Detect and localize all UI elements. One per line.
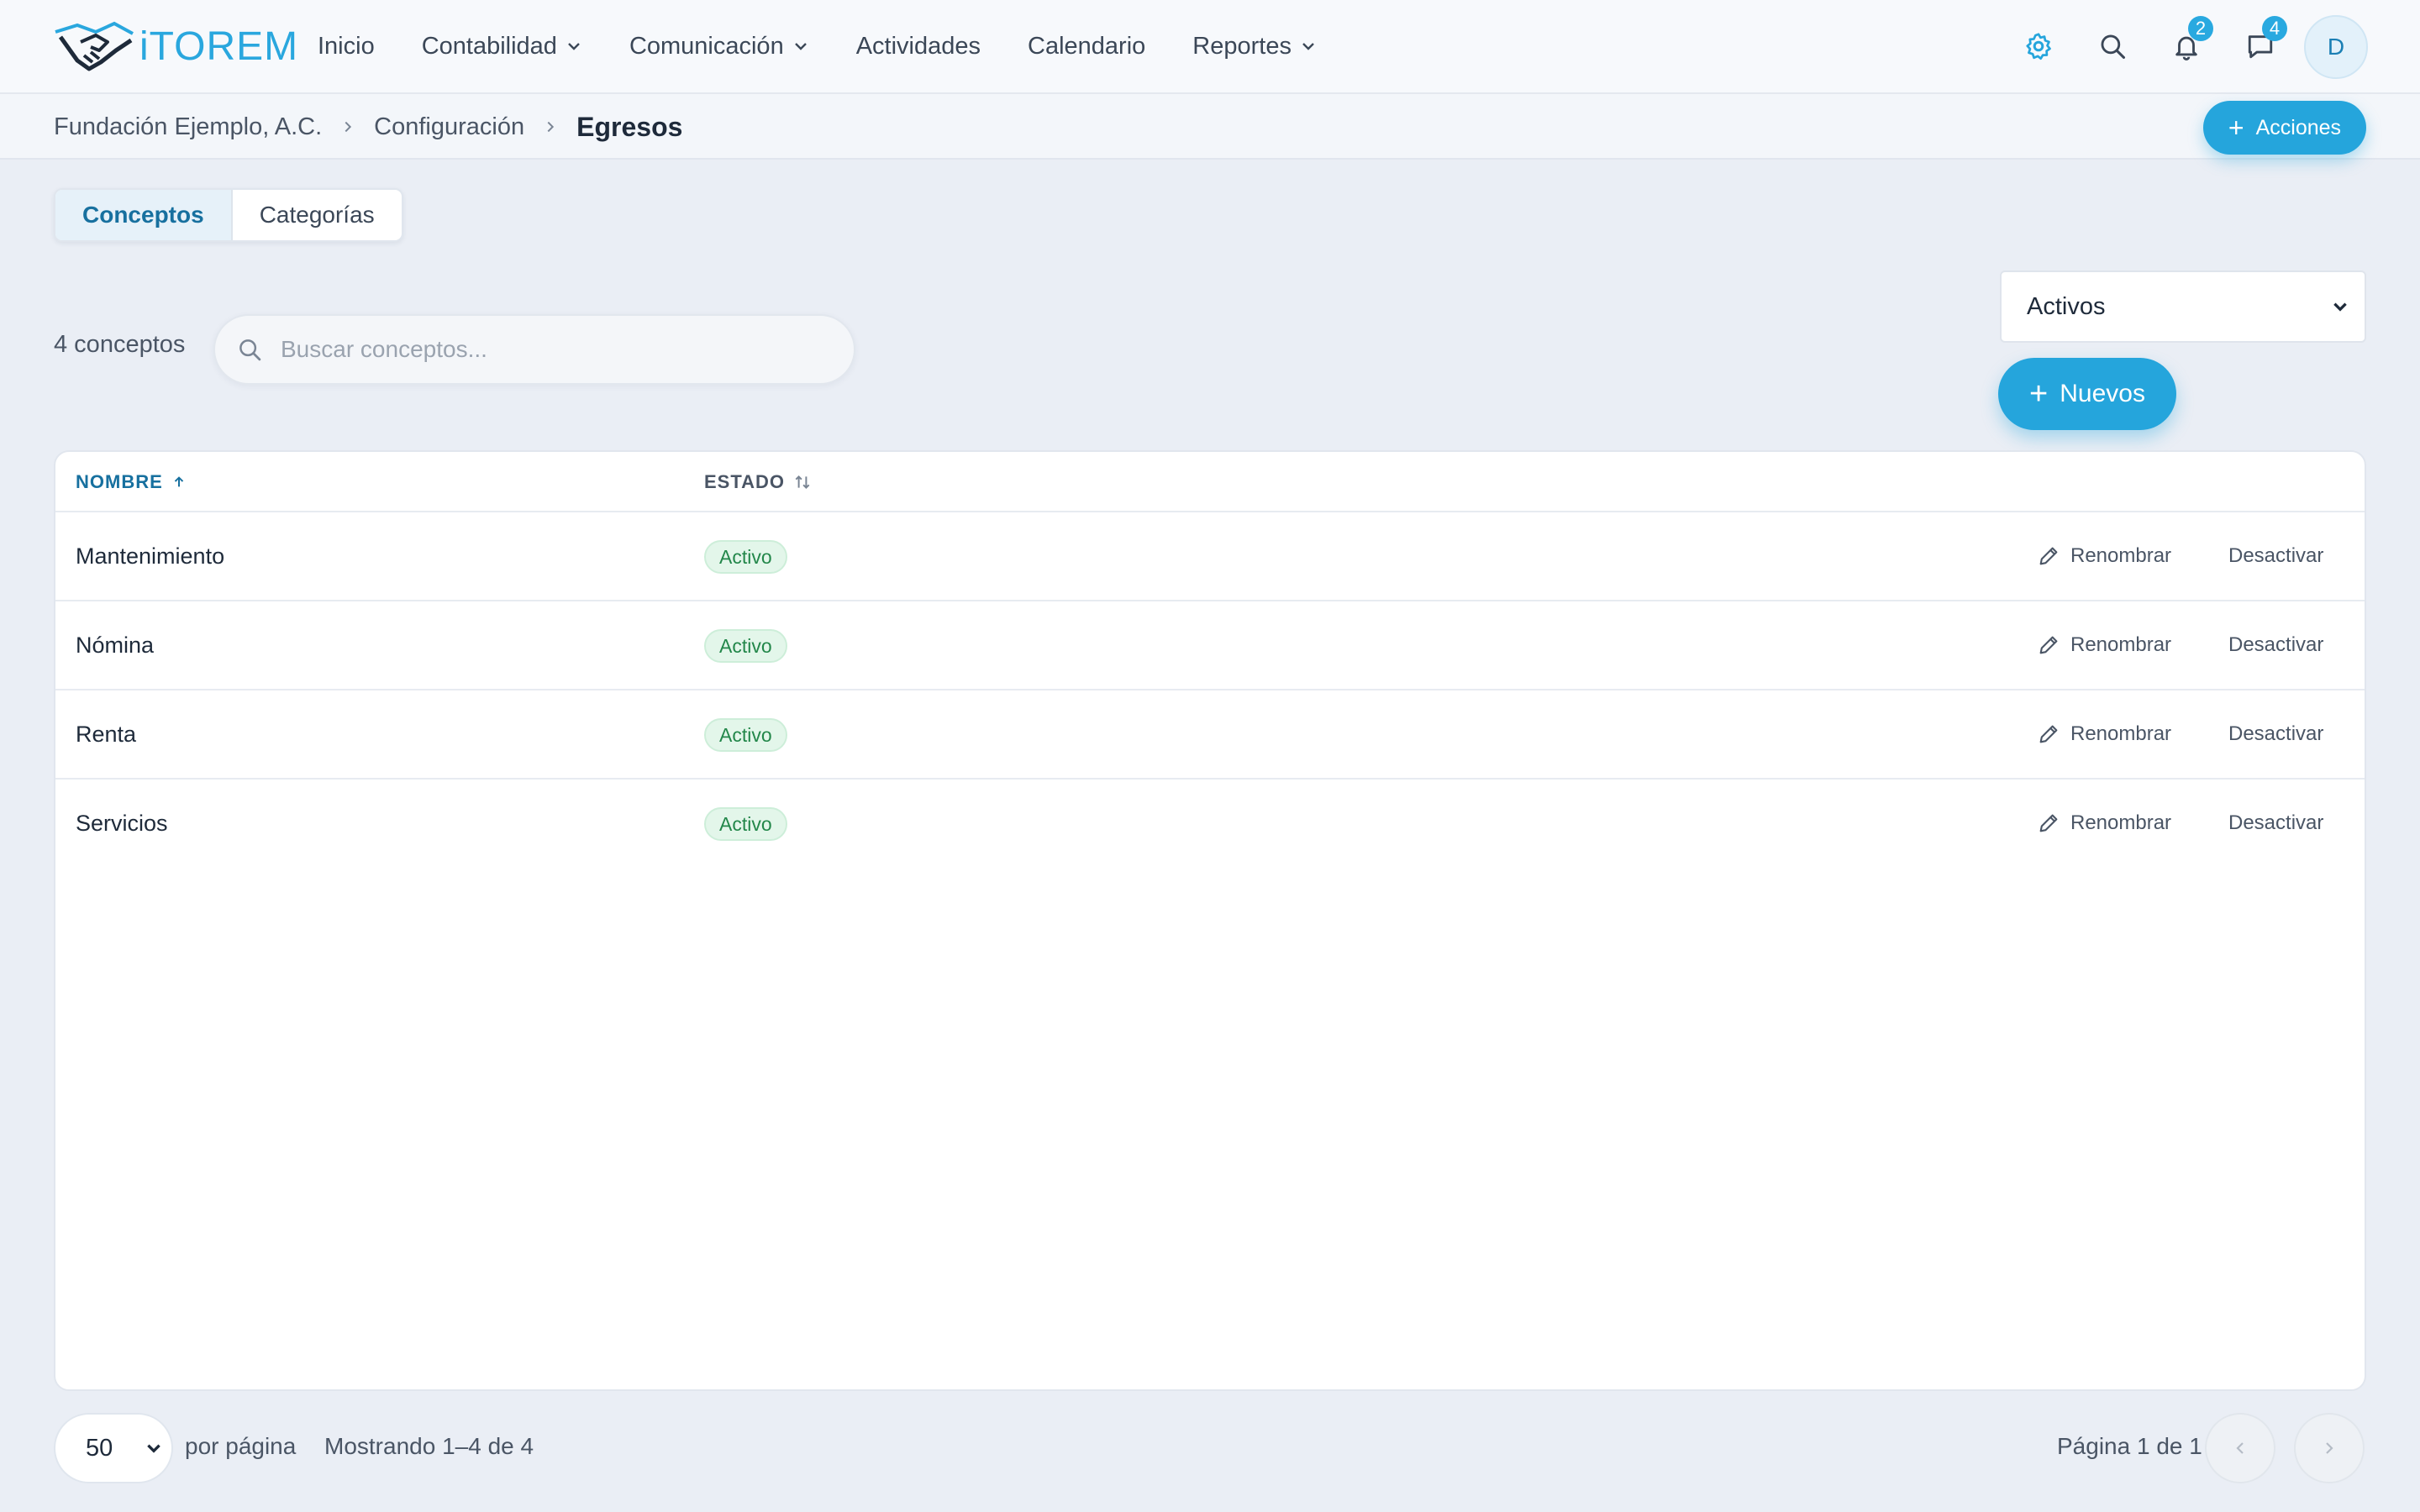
app-logo-text: iTOREM	[139, 24, 299, 69]
main-nav: Inicio Contabilidad Comunicación Activid…	[318, 0, 1364, 92]
rename-button[interactable]: Renombrar	[2037, 780, 2171, 867]
showing-range: Mostrando 1–4 de 4	[324, 1433, 534, 1459]
pencil-icon	[2039, 547, 2058, 565]
page-indicator: Página 1 de 1	[2057, 1433, 2202, 1459]
deactivate-button[interactable]: Desactivar	[2228, 690, 2323, 778]
status-badge: Activo	[704, 540, 787, 574]
new-button-label: Nuevos	[2060, 380, 2145, 407]
table-row: Renta Activo Renombrar Desactivar	[55, 690, 2365, 780]
concept-name: Mantenimiento	[76, 543, 225, 569]
concept-count: 4 conceptos	[54, 331, 186, 358]
previous-page-button[interactable]	[2205, 1413, 2275, 1483]
nav-item-reportes[interactable]: Reportes	[1192, 33, 1317, 60]
sort-ascending-icon	[174, 476, 183, 487]
nav-label: Comunicación	[629, 32, 784, 60]
rename-label: Renombrar	[2070, 633, 2172, 656]
actions-button-label: Acciones	[2255, 115, 2342, 139]
search-box	[213, 314, 855, 385]
breadcrumb-configuracion[interactable]: Configuración	[374, 113, 524, 141]
breadcrumb: Fundación Ejemplo, A.C. Configuración Eg…	[54, 94, 682, 160]
table-row: Servicios Activo Renombrar Desactivar	[55, 780, 2365, 869]
page-size-select[interactable]: 50	[54, 1413, 173, 1483]
app-logo[interactable]: iTOREM	[52, 17, 298, 76]
status-badge: Activo	[704, 807, 787, 841]
handshake-logo-icon	[55, 21, 134, 71]
nav-item-comunicacion[interactable]: Comunicación	[629, 33, 809, 60]
notifications-badge: 2	[2188, 16, 2213, 41]
search-icon	[2101, 34, 2126, 60]
concepts-table: NOMBRE ESTADO Mantenimiento Activo Renom…	[54, 450, 2366, 1391]
sort-icon	[795, 475, 810, 490]
breadcrumb-organization[interactable]: Fundación Ejemplo, A.C.	[54, 113, 322, 141]
pencil-icon	[2039, 725, 2058, 743]
tab-conceptos[interactable]: Conceptos	[55, 190, 233, 240]
tab-categorias[interactable]: Categorías	[233, 190, 402, 240]
nav-label: Reportes	[1192, 32, 1292, 60]
chevron-right-icon	[340, 119, 355, 134]
per-page-label: por página	[185, 1433, 297, 1459]
notifications-button[interactable]: 2	[2168, 16, 2213, 65]
chevron-down-icon	[147, 1444, 160, 1453]
chevron-down-icon	[2333, 302, 2347, 312]
breadcrumb-bar: Fundación Ejemplo, A.C. Configuración Eg…	[0, 94, 2420, 160]
plus-icon: +	[2029, 376, 2049, 412]
messages-badge: 4	[2262, 16, 2287, 41]
table-row: Mantenimiento Activo Renombrar Desactiva…	[55, 512, 2365, 601]
concept-name: Servicios	[76, 810, 168, 836]
nav-item-actividades[interactable]: Actividades	[856, 33, 981, 60]
deactivate-button[interactable]: Desactivar	[2228, 512, 2323, 600]
concept-name: Nómina	[76, 632, 155, 658]
rename-label: Renombrar	[2070, 722, 2172, 745]
column-header-label: NOMBRE	[76, 471, 163, 492]
gear-icon	[2026, 33, 2051, 60]
chevron-right-icon	[2326, 1442, 2333, 1454]
nav-item-inicio[interactable]: Inicio	[318, 33, 375, 60]
status-badge: Activo	[704, 629, 787, 663]
actions-button[interactable]: + Acciones	[2203, 101, 2366, 155]
column-header-state[interactable]: ESTADO	[704, 452, 812, 512]
table-row: Nómina Activo Renombrar Desactivar	[55, 601, 2365, 690]
nav-item-calendario[interactable]: Calendario	[1028, 33, 1145, 60]
top-navbar: iTOREM Inicio Contabilidad Comunicación …	[0, 0, 2420, 94]
next-page-button[interactable]	[2294, 1413, 2365, 1483]
column-header-name[interactable]: NOMBRE	[76, 452, 187, 512]
status-filter-value: Activos	[2027, 292, 2106, 320]
search-icon	[239, 339, 261, 361]
rename-button[interactable]: Renombrar	[2037, 690, 2171, 778]
user-avatar[interactable]: D	[2304, 15, 2368, 79]
rename-button[interactable]: Renombrar	[2037, 601, 2171, 689]
rename-label: Renombrar	[2070, 811, 2172, 834]
chevron-down-icon	[568, 43, 580, 50]
page-size-value: 50	[86, 1434, 113, 1462]
search-button[interactable]	[2094, 28, 2131, 65]
messages-button[interactable]: 4	[2242, 16, 2287, 65]
column-header-label: ESTADO	[704, 471, 786, 492]
status-filter-select[interactable]: Activos	[2000, 270, 2366, 343]
pencil-icon	[2039, 814, 2058, 832]
tab-bar: Conceptos Categorías	[54, 188, 403, 242]
table-header: NOMBRE ESTADO	[55, 452, 2365, 512]
nav-item-contabilidad[interactable]: Contabilidad	[422, 33, 582, 60]
search-input[interactable]	[281, 336, 835, 363]
nav-label: Contabilidad	[421, 32, 557, 60]
deactivate-button[interactable]: Desactivar	[2228, 601, 2323, 689]
nav-label: Inicio	[318, 32, 375, 60]
breadcrumb-current: Egresos	[576, 111, 683, 142]
new-button[interactable]: + Nuevos	[1998, 358, 2176, 430]
chevron-left-icon	[2236, 1442, 2244, 1454]
deactivate-button[interactable]: Desactivar	[2228, 780, 2323, 867]
chevron-right-icon	[543, 119, 558, 134]
settings-button[interactable]	[2020, 28, 2057, 65]
chevron-down-icon	[794, 43, 807, 50]
concept-name: Renta	[76, 721, 137, 747]
plus-icon: +	[2228, 113, 2244, 143]
rename-label: Renombrar	[2070, 544, 2172, 567]
rename-button[interactable]: Renombrar	[2037, 512, 2171, 600]
nav-label: Actividades	[855, 32, 981, 60]
nav-label: Calendario	[1028, 32, 1146, 60]
chevron-down-icon	[1302, 43, 1314, 50]
pencil-icon	[2039, 636, 2058, 654]
status-badge: Activo	[704, 718, 787, 752]
